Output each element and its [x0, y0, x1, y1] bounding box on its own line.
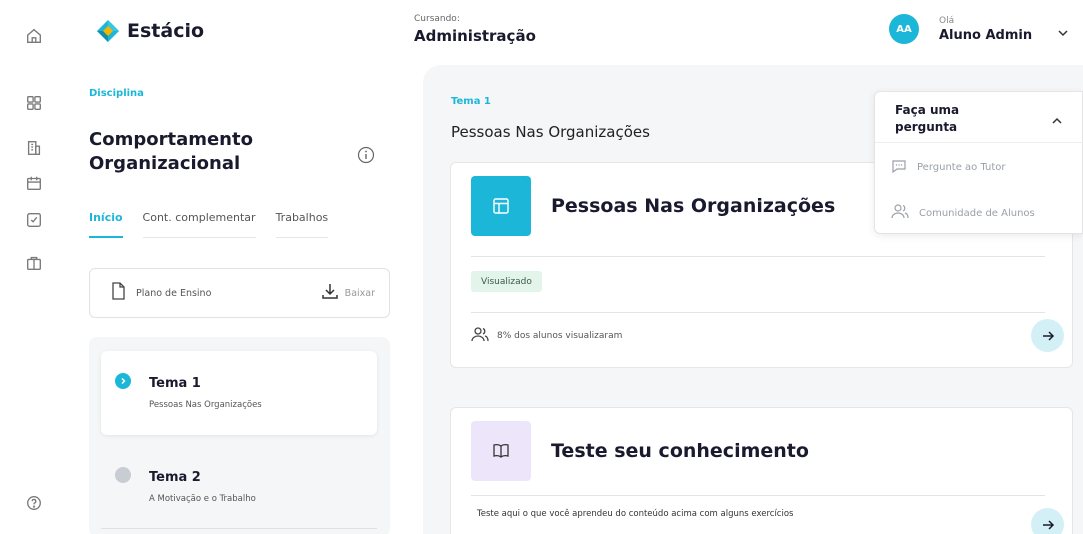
grid-icon[interactable] — [24, 93, 44, 113]
status-badge: Visualizado — [471, 271, 542, 292]
ask-question-dropdown: Faça uma pergunta Pergunte ao Tutor Comu… — [874, 91, 1083, 234]
divider — [471, 256, 1045, 257]
discipline-title: Comportamento Organizacional — [89, 129, 253, 174]
logo-text: Estácio — [127, 20, 205, 42]
avatar[interactable]: AA — [889, 14, 919, 44]
page-title: Pessoas Nas Organizações — [451, 123, 650, 141]
users-icon — [471, 326, 489, 346]
briefcase-icon[interactable] — [24, 253, 44, 273]
user-greeting: Olá — [939, 15, 955, 26]
content-card[interactable]: Teste seu conhecimento Teste aqui o que … — [450, 407, 1073, 534]
views-info: 8% dos alunos visualizaram — [471, 326, 622, 346]
document-icon — [110, 282, 126, 304]
course-label: Cursando: — [414, 14, 460, 24]
divider — [875, 142, 1083, 143]
info-icon[interactable] — [357, 146, 375, 168]
menu-item-pergunte-tutor[interactable]: Pergunte ao Tutor — [891, 158, 1006, 177]
checklist-icon[interactable] — [24, 210, 44, 230]
plano-de-ensino[interactable]: Plano de Ensino Baixar — [89, 268, 390, 318]
chevron-down-icon[interactable] — [1057, 24, 1069, 43]
icon-rail — [0, 0, 70, 534]
tema-title: Tema 1 — [149, 376, 201, 391]
divider — [471, 312, 1045, 313]
tab-inicio[interactable]: Início — [89, 211, 123, 238]
divider — [471, 495, 1045, 496]
menu-item-label: Comunidade de Alunos — [919, 207, 1035, 219]
tema-label: Tema 1 — [451, 96, 491, 107]
discipline-label: Disciplina — [89, 88, 144, 99]
user-menu[interactable]: AA Olá Aluno Admin — [889, 14, 1068, 44]
status-dot-icon — [115, 467, 131, 483]
open-content-button[interactable] — [1031, 319, 1064, 352]
chat-icon — [891, 158, 907, 177]
discipline-tabs: Início Cont. complementar Trabalhos — [89, 211, 329, 238]
list-item[interactable]: Tema 1 Pessoas Nas Organizações — [101, 351, 377, 435]
tab-trabalhos[interactable]: Trabalhos — [275, 211, 329, 238]
download-button[interactable]: Baixar — [345, 288, 375, 299]
users-icon — [891, 203, 909, 223]
card-description: Teste aqui o que você aprendeu do conteú… — [477, 509, 794, 519]
chevron-right-icon — [115, 373, 131, 389]
dropdown-title[interactable]: Faça uma pergunta — [895, 102, 1005, 136]
calendar-icon[interactable] — [24, 173, 44, 193]
brand-logo[interactable]: Estácio — [95, 18, 204, 44]
book-icon — [471, 421, 531, 481]
user-name: Aluno Admin — [939, 27, 1033, 43]
layout-icon — [471, 176, 531, 236]
views-text: 8% dos alunos visualizaram — [497, 331, 623, 341]
download-icon[interactable] — [321, 282, 339, 304]
tema-subtitle: Pessoas Nas Organizações — [149, 400, 262, 410]
tab-cont-complementar[interactable]: Cont. complementar — [142, 211, 256, 238]
building-icon[interactable] — [24, 138, 44, 158]
arrow-right-icon — [1042, 330, 1054, 341]
course-name: Administração — [414, 27, 536, 45]
list-item[interactable]: Tema 2 A Motivação e o Trabalho — [101, 445, 377, 529]
menu-item-label: Pergunte ao Tutor — [917, 162, 1006, 173]
card-title: Pessoas Nas Organizações — [551, 195, 836, 217]
help-icon[interactable] — [24, 493, 44, 513]
plano-label: Plano de Ensino — [136, 287, 212, 299]
arrow-right-icon — [1042, 519, 1054, 530]
card-title: Teste seu conhecimento — [551, 440, 809, 462]
chevron-up-icon[interactable] — [1051, 112, 1063, 131]
tema-title: Tema 2 — [149, 470, 201, 485]
home-icon[interactable] — [24, 26, 44, 46]
open-quiz-button[interactable] — [1031, 508, 1064, 534]
temas-list: Tema 1 Pessoas Nas Organizações Tema 2 A… — [89, 337, 390, 534]
estacio-logo-icon — [97, 20, 119, 42]
tema-subtitle: A Motivação e o Trabalho — [149, 494, 256, 504]
menu-item-comunidade[interactable]: Comunidade de Alunos — [891, 203, 1035, 223]
current-course: Cursando: Administração — [414, 14, 536, 45]
